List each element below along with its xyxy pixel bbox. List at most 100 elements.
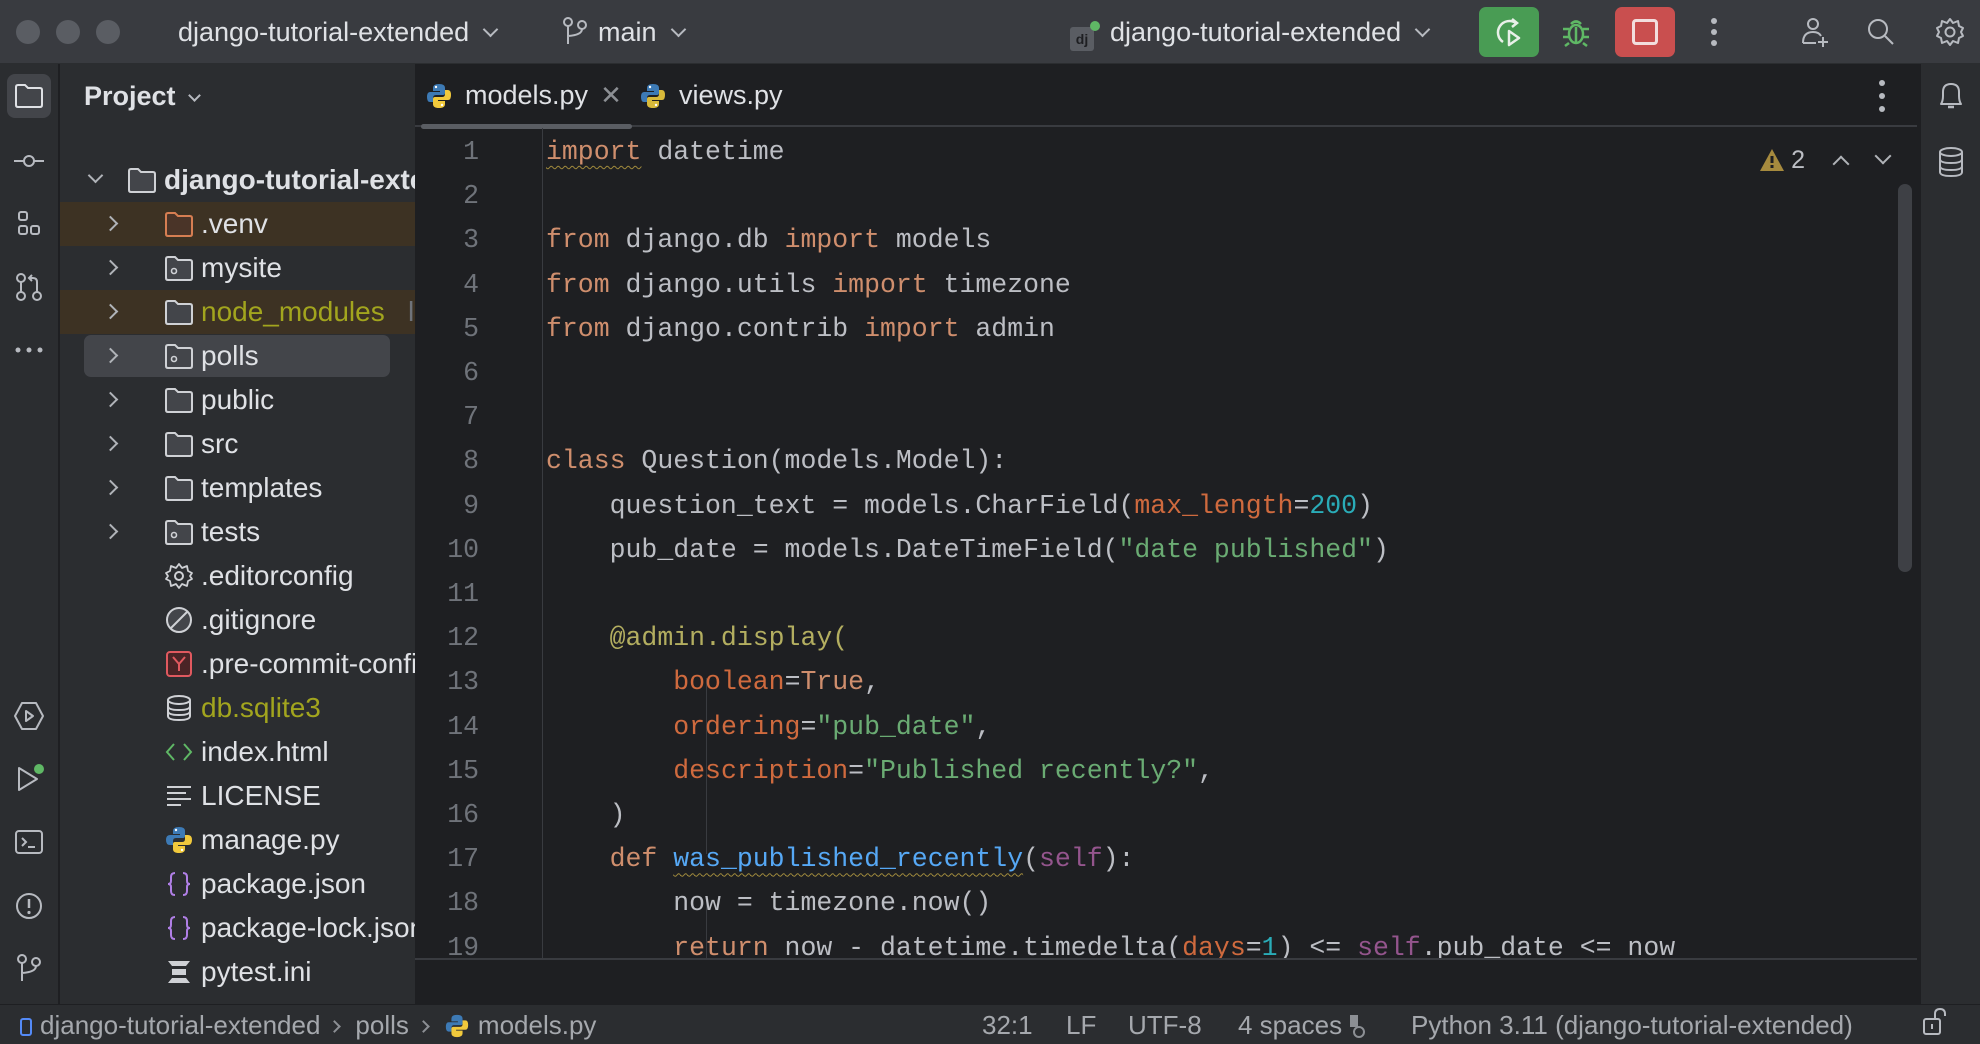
tree-item[interactable]: package.json (60, 862, 415, 906)
tree-item[interactable]: public (60, 378, 415, 422)
tree-item[interactable]: pytest.ini (60, 950, 415, 994)
code-token: , (975, 711, 992, 742)
git-icon (17, 954, 41, 981)
tree-item[interactable]: manage.py (60, 818, 415, 862)
tree-item[interactable]: LICENSE (60, 774, 415, 818)
vertical-scrollbar[interactable] (1898, 184, 1912, 572)
code-token: from (546, 225, 610, 256)
tree-item[interactable]: index.html (60, 730, 415, 774)
branch-switcher[interactable]: main (562, 14, 686, 50)
code-line: 5 from django.contrib import admin (415, 307, 1895, 351)
tree-item-label: db.sqlite3 (201, 692, 321, 723)
code-token: 1 (1261, 932, 1278, 958)
breadcrumb-file[interactable]: models.py (478, 1010, 597, 1040)
interpreter-selector[interactable]: Python 3.11 (django-tutorial-extended) (1411, 1007, 1853, 1043)
tree-item[interactable]: tests (60, 510, 415, 554)
database-tool-button[interactable] (1929, 140, 1973, 184)
code-line: 13 boolean=True, (415, 660, 1895, 704)
python-file-icon (445, 1014, 469, 1038)
project-name: django-tutorial-extended (178, 17, 470, 47)
line-ending-selector[interactable]: LF (1066, 1007, 1096, 1043)
tree-item-label: index.html (201, 736, 329, 767)
python-file-icon (427, 83, 451, 108)
code-text: boolean=True, (546, 660, 880, 704)
window-close-button[interactable] (16, 20, 40, 44)
tree-item[interactable]: src (60, 422, 415, 466)
html-file-icon (165, 743, 193, 761)
folder-icon (165, 476, 193, 501)
code-token: Question(models.Model): (625, 446, 1008, 477)
run-tool-button[interactable] (7, 756, 51, 800)
code-token: ) <= (1277, 932, 1358, 958)
terminal-tool-button[interactable] (7, 820, 51, 864)
tree-item[interactable]: .editorconfig (60, 554, 415, 598)
tree-item[interactable]: polls (60, 334, 415, 378)
git-tool-button[interactable] (7, 946, 51, 990)
project-tool-button[interactable] (7, 74, 51, 118)
more-vertical-icon (1711, 18, 1717, 46)
commit-tool-button[interactable] (7, 139, 51, 183)
debug-button[interactable] (1556, 12, 1596, 52)
read-only-toggle[interactable] (1922, 1007, 1950, 1044)
python-file-icon (641, 83, 665, 108)
settings-button[interactable] (1930, 12, 1970, 52)
tab-actions-more-icon[interactable] (1877, 78, 1887, 114)
services-tool-button[interactable] (7, 694, 51, 738)
structure-tool-button[interactable] (7, 202, 51, 246)
indent-selector[interactable]: 4 spaces (1238, 1007, 1366, 1043)
caret-position[interactable]: 32:1 (982, 1007, 1033, 1043)
run-config-selector[interactable]: dj django-tutorial-extended (1070, 14, 1431, 51)
tree-item[interactable]: package-lock.json (60, 906, 415, 950)
code-text: def was_published_recently(self): (546, 837, 1135, 881)
code-line: 10 pub_date = models.DateTimeField("date… (415, 528, 1895, 572)
code-line: 18 now = timezone.now() (415, 881, 1895, 925)
tree-item[interactable]: .pre-commit-config.yaml (60, 642, 415, 686)
problems-icon (16, 893, 42, 919)
tree-item[interactable]: mysite (60, 246, 415, 290)
code-token: days (1182, 932, 1246, 958)
tree-root[interactable]: django-tutorial-extended (60, 158, 415, 202)
tab-views-py[interactable]: views.py (639, 64, 783, 127)
code-token: class (546, 446, 626, 477)
code-line: 1 import datetime (415, 130, 1895, 174)
tree-item[interactable]: node_modules library root (60, 290, 415, 334)
project-view-selector[interactable]: Project (84, 78, 201, 114)
stop-button[interactable] (1615, 7, 1675, 57)
breadcrumb-project[interactable]: django-tutorial-extended (40, 1010, 320, 1040)
more-actions-button[interactable] (1694, 12, 1734, 52)
more-tools-button[interactable] (7, 328, 51, 372)
breadcrumb-folder[interactable]: polls (355, 1010, 408, 1040)
editorconfig-icon (1350, 1015, 1366, 1038)
notifications-button[interactable] (1929, 74, 1973, 118)
add-user-button[interactable] (1795, 12, 1835, 52)
window-minimize-button[interactable] (56, 20, 80, 44)
pull-requests-tool-button[interactable] (7, 265, 51, 309)
code-text: from django.db import models (546, 218, 991, 262)
folder-icon (15, 84, 43, 108)
rerun-button[interactable] (1479, 7, 1539, 57)
tree-item[interactable]: templates (60, 466, 415, 510)
tree-item[interactable]: .gitignore (60, 598, 415, 642)
problems-tool-button[interactable] (7, 884, 51, 928)
editor-bottom-border (415, 958, 1917, 960)
code-text: from django.utils import timezone (546, 263, 1071, 307)
code-area[interactable]: 1 import datetime 2 3 from django.db import … (415, 128, 1917, 958)
package-folder-icon (165, 520, 193, 545)
tree-item-label: .gitignore (201, 604, 317, 635)
search-button[interactable] (1861, 12, 1901, 52)
project-switcher[interactable]: django-tutorial-extended (178, 14, 499, 50)
tree-item[interactable]: db.sqlite3 (60, 686, 415, 730)
close-tab-icon[interactable]: ✕ (600, 80, 622, 111)
encoding-selector[interactable]: UTF-8 (1128, 1007, 1202, 1043)
tab-models-py[interactable]: models.py ✕ (421, 64, 632, 129)
code-text: import datetime (546, 130, 785, 174)
code-line: 12 @admin.display( (415, 616, 1895, 660)
code-token: 200 (1309, 490, 1358, 521)
tree-item[interactable]: .venv (60, 202, 415, 246)
tree-item[interactable]: M↓ README.md (60, 994, 415, 1004)
line-number: 7 (463, 402, 479, 433)
code-line: 3 from django.db import models (415, 218, 1895, 262)
window-zoom-button[interactable] (96, 20, 120, 44)
chevron-right-icon (102, 435, 119, 452)
